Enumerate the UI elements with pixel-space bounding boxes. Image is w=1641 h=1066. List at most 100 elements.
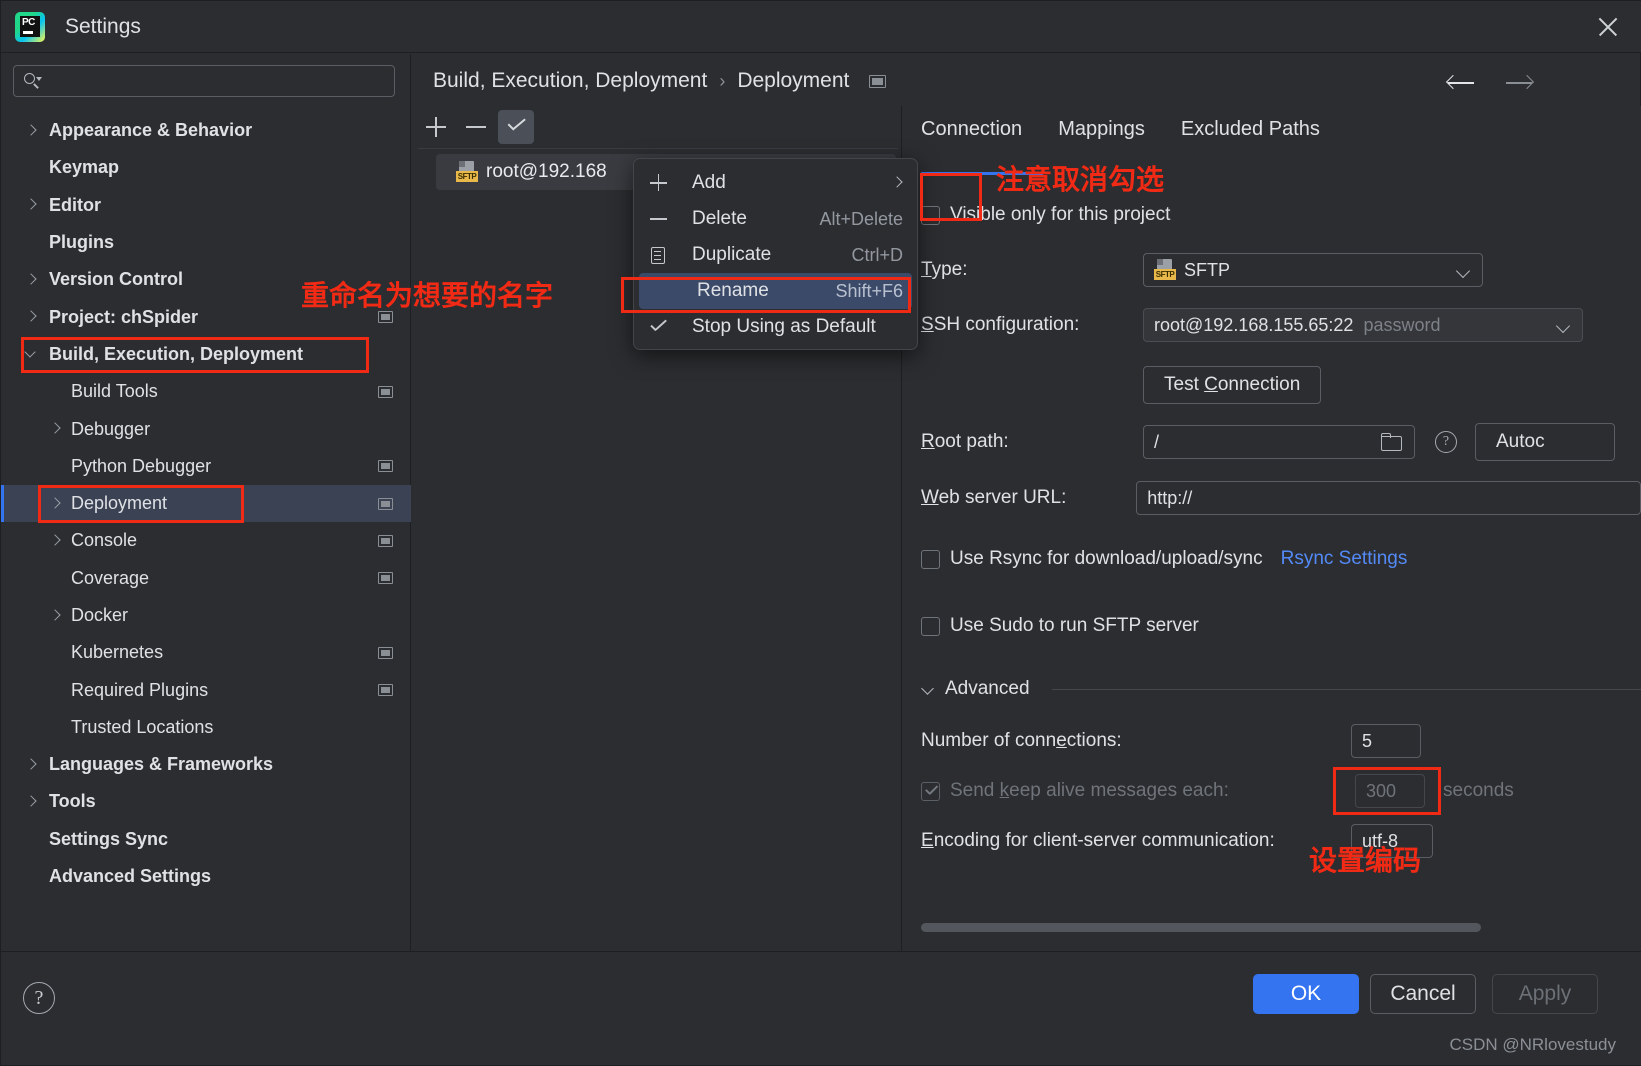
sidebar-item-kubernetes[interactable]: Kubernetes xyxy=(1,634,411,671)
sidebar-item-label: Python Debugger xyxy=(71,455,212,476)
advanced-divider xyxy=(1051,688,1641,690)
rsync-settings-link[interactable]: Rsync Settings xyxy=(1281,548,1408,570)
chevron-right-icon[interactable] xyxy=(23,197,39,213)
type-value: SFTP xyxy=(1184,259,1231,280)
settings-search-box[interactable] xyxy=(13,65,395,97)
shortcut-label: Ctrl+D xyxy=(851,244,903,265)
visible-only-checkbox[interactable] xyxy=(921,205,940,225)
chevron-down-icon xyxy=(1457,264,1470,277)
project-scope-icon xyxy=(378,385,393,398)
chevron-right-icon[interactable] xyxy=(47,421,63,437)
help-icon[interactable]: ? xyxy=(23,982,55,1014)
remove-server-button[interactable] xyxy=(458,110,494,144)
sudo-checkbox[interactable] xyxy=(921,616,940,636)
breadcrumb-parent[interactable]: Build, Execution, Deployment xyxy=(433,69,707,93)
chevron-right-icon[interactable] xyxy=(23,757,39,773)
minus-icon xyxy=(648,208,674,230)
context-menu-item-rename[interactable]: Rename Shift+F6 xyxy=(639,273,912,309)
shortcut-label: Shift+F6 xyxy=(835,280,903,301)
sidebar-item-label: Debugger xyxy=(71,418,151,439)
chevron-down-icon[interactable] xyxy=(23,346,39,362)
test-connection-button[interactable]: Test Connection xyxy=(1143,366,1322,404)
connections-row: Number of connections: 5 xyxy=(921,716,1641,766)
tab-excluded-paths[interactable]: Excluded Paths xyxy=(1181,118,1320,151)
chevron-right-icon[interactable] xyxy=(23,272,39,288)
chevron-right-icon[interactable] xyxy=(47,496,63,512)
sidebar-item-keymap[interactable]: Keymap xyxy=(1,149,411,186)
close-icon[interactable] xyxy=(1592,11,1624,43)
search-input[interactable] xyxy=(45,73,375,89)
sidebar-item-label: Trusted Locations xyxy=(71,716,214,737)
use-as-default-button[interactable] xyxy=(498,110,534,144)
sidebar-item-debugger[interactable]: Debugger xyxy=(1,410,411,447)
breadcrumb-separator-icon: › xyxy=(719,70,726,91)
sidebar-item-editor[interactable]: Editor xyxy=(1,187,411,224)
sidebar-item-advanced-settings[interactable]: Advanced Settings xyxy=(1,858,411,895)
sidebar-item-python-debugger[interactable]: Python Debugger xyxy=(1,448,411,485)
connections-input[interactable]: 5 xyxy=(1351,724,1421,758)
connection-form: Visible only for this project Type: SFTP… xyxy=(921,186,1641,866)
folder-browse-icon[interactable] xyxy=(1380,433,1402,451)
cancel-button[interactable]: Cancel xyxy=(1370,974,1476,1014)
autodetect-label: Autoc xyxy=(1496,431,1545,452)
settings-sidebar: Appearance & Behavior Keymap Editor Plugins… xyxy=(1,54,411,952)
context-menu-item-add[interactable]: Add xyxy=(634,165,917,201)
selection-indicator xyxy=(1,484,4,523)
chevron-right-icon xyxy=(891,177,903,189)
context-menu-item-delete[interactable]: Delete Alt+Delete xyxy=(634,201,917,237)
chevron-right-icon[interactable] xyxy=(23,794,39,810)
forward-arrow-icon[interactable] xyxy=(1504,71,1535,95)
tab-mappings[interactable]: Mappings xyxy=(1058,118,1145,151)
context-menu-item-label: Stop Using as Default xyxy=(692,316,876,337)
sidebar-item-languages-frameworks[interactable]: Languages & Frameworks xyxy=(1,746,411,783)
type-select[interactable]: SFTP SFTP xyxy=(1143,253,1483,287)
web-url-value: http:// xyxy=(1147,487,1193,508)
context-menu-item-stop-using-as-default[interactable]: Stop Using as Default xyxy=(634,309,917,345)
web-url-input[interactable]: http:// xyxy=(1136,481,1641,515)
sidebar-item-deployment[interactable]: Deployment xyxy=(1,484,411,523)
sidebar-item-plugins[interactable]: Plugins xyxy=(1,224,411,261)
sidebar-item-settings-sync[interactable]: Settings Sync xyxy=(1,821,411,858)
sidebar-item-label: Docker xyxy=(71,605,129,625)
sidebar-item-label: Settings Sync xyxy=(49,828,169,849)
watermark: CSDN @NRlovestudy xyxy=(1449,1035,1616,1054)
sidebar-item-docker[interactable]: Docker xyxy=(1,597,411,634)
sidebar-item-appearance-behavior[interactable]: Appearance & Behavior xyxy=(1,112,411,149)
sidebar-item-build-execution-deployment[interactable]: Build, Execution, Deployment xyxy=(1,336,411,373)
advanced-section-header[interactable]: Advanced xyxy=(921,662,1641,716)
root-path-label: Root path: xyxy=(921,431,1009,452)
web-url-row: Web server URL: http:// xyxy=(921,468,1641,528)
breadcrumb-current: Deployment xyxy=(737,69,850,92)
sidebar-item-trusted-locations[interactable]: Trusted Locations xyxy=(1,709,411,746)
autodetect-button[interactable]: Autoc xyxy=(1475,423,1615,461)
settings-window: PC Settings Appearance & Behavior Keymap E… xyxy=(0,0,1641,1066)
detail-tabs: Connection Mappings Excluded Paths xyxy=(921,118,1320,151)
ssh-config-select[interactable]: root@192.168.155.65:22 password xyxy=(1143,308,1583,342)
search-icon xyxy=(23,72,42,90)
sidebar-item-console[interactable]: Console xyxy=(1,522,411,559)
sidebar-item-label: Build Tools xyxy=(71,381,158,402)
root-path-input[interactable]: / xyxy=(1143,425,1415,459)
back-arrow-icon[interactable] xyxy=(1445,71,1476,95)
sidebar-item-coverage[interactable]: Coverage xyxy=(1,560,411,597)
sidebar-item-build-tools[interactable]: Build Tools xyxy=(1,373,411,410)
sidebar-item-label: Editor xyxy=(49,194,101,215)
add-server-button[interactable] xyxy=(418,110,454,144)
sftp-badge-label: SFTP xyxy=(456,171,478,182)
root-path-help-icon[interactable]: ? xyxy=(1435,431,1457,453)
chevron-right-icon[interactable] xyxy=(23,123,39,139)
chevron-right-icon[interactable] xyxy=(47,608,63,624)
ssh-config-value: root@192.168.155.65:22 xyxy=(1154,314,1354,335)
sidebar-item-required-plugins[interactable]: Required Plugins xyxy=(1,671,411,708)
tab-connection[interactable]: Connection xyxy=(921,118,1022,151)
chevron-right-icon[interactable] xyxy=(47,533,63,549)
keepalive-unit-label: seconds xyxy=(1443,780,1514,801)
sidebar-item-tools[interactable]: Tools xyxy=(1,783,411,820)
rsync-checkbox[interactable] xyxy=(921,549,940,569)
sidebar-item-label: Version Control xyxy=(49,269,184,290)
chevron-right-icon[interactable] xyxy=(23,309,39,325)
horizontal-scrollbar[interactable] xyxy=(921,923,1481,932)
context-menu-item-duplicate[interactable]: Duplicate Ctrl+D xyxy=(634,237,917,273)
ssh-config-row: SSH configuration: root@192.168.155.65:2… xyxy=(921,296,1641,354)
ok-button[interactable]: OK xyxy=(1253,974,1359,1014)
